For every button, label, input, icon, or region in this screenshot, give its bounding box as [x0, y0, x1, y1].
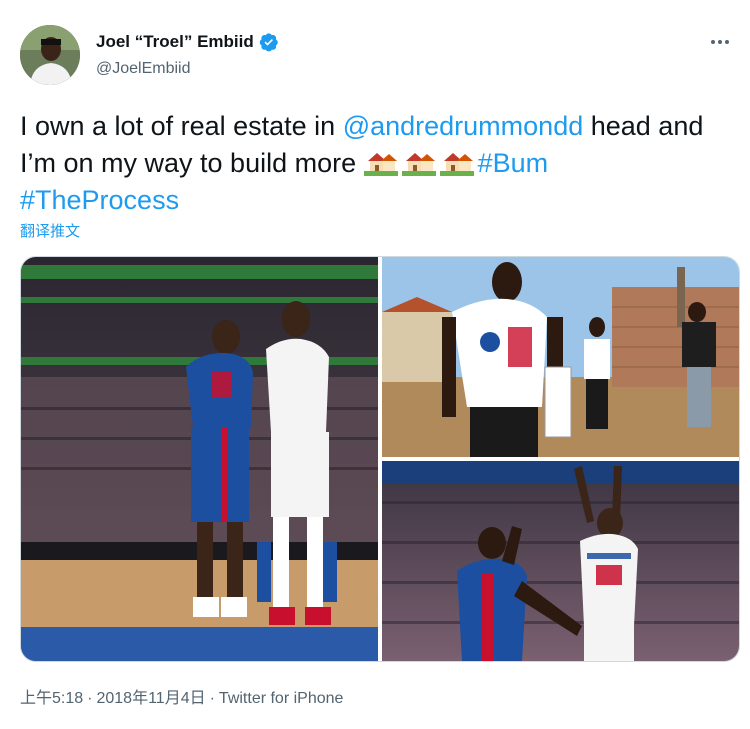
house-with-garden-icon — [363, 153, 398, 176]
tweet-date[interactable]: 2018年11月4日 — [96, 690, 205, 707]
photo-arena-players[interactable] — [21, 257, 378, 661]
photo-embiid-shot[interactable] — [382, 461, 739, 661]
house-with-garden-icon — [439, 153, 474, 176]
photo-africa-event[interactable] — [382, 257, 739, 457]
tweet-text: I own a lot of real estate in @andredrum… — [20, 108, 730, 219]
author-handle[interactable]: @JoelEmbiid — [96, 60, 191, 78]
tweet-time[interactable]: 上午5:18 — [20, 690, 83, 707]
photo-africa-image — [382, 257, 739, 457]
more-options-button[interactable] — [708, 32, 732, 52]
more-dots-icon — [711, 40, 715, 44]
mention-link[interactable]: @andredrummondd — [343, 111, 584, 141]
tweet-text-part1: I own a lot of real estate in — [20, 111, 343, 141]
author-name[interactable]: Joel “Troel” Embiid — [96, 32, 254, 52]
translate-tweet-link[interactable]: 翻译推文 — [20, 220, 80, 241]
tweet-card: Joel “Troel” Embiid @JoelEmbiid I own a … — [0, 0, 750, 729]
author-name-row: Joel “Troel” Embiid — [96, 32, 279, 52]
tweet-timestamp: 上午5:18 · 2018年11月4日 · Twitter for iPhone — [20, 690, 344, 707]
avatar[interactable] — [20, 25, 80, 85]
tweet-client[interactable]: Twitter for iPhone — [219, 690, 344, 707]
hashtag-theprocess[interactable]: #TheProcess — [20, 185, 179, 215]
house-with-garden-icon — [401, 153, 436, 176]
hashtag-bum[interactable]: #Bum — [478, 148, 549, 178]
media-grid — [20, 256, 740, 662]
photo-shot-image — [382, 461, 739, 661]
photo-arena-image — [21, 257, 378, 661]
avatar-image — [20, 25, 80, 85]
verified-badge-icon — [259, 33, 278, 52]
